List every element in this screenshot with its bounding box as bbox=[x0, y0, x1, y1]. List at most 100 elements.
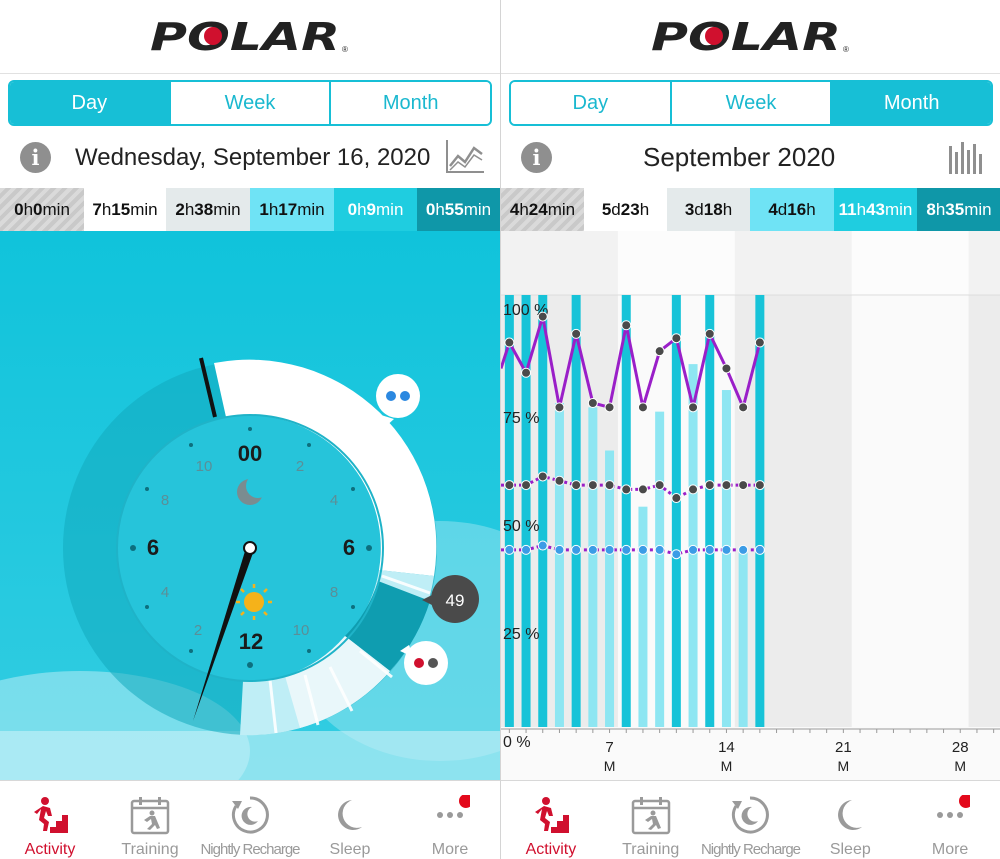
bar-day-4 bbox=[554, 403, 564, 727]
more-icon bbox=[937, 795, 971, 818]
bar-day-3 bbox=[538, 295, 548, 727]
line-point bbox=[521, 544, 532, 555]
period-segmented-control: Day Week Month bbox=[8, 80, 492, 126]
nav-sleep[interactable]: Sleep bbox=[800, 781, 900, 859]
svg-text:POLAR: POLAR bbox=[651, 16, 841, 56]
line-point bbox=[754, 544, 765, 555]
date-title: Wednesday, September 16, 2020 bbox=[75, 144, 431, 171]
sleep-icon bbox=[838, 800, 863, 830]
line-point bbox=[738, 402, 749, 413]
clock-label-6-right: 6 bbox=[343, 535, 355, 560]
zone-tile-sitting[interactable]: 7 h 15 min bbox=[84, 188, 166, 231]
zone-tile-resting[interactable]: 0 h 0 min bbox=[0, 188, 84, 231]
bar-day-14 bbox=[721, 390, 731, 727]
zone-tile-high[interactable]: 0 h 9 min bbox=[334, 188, 417, 231]
nav-nightly-recharge[interactable]: Nightly Recharge bbox=[200, 781, 301, 859]
bar-graph-icon[interactable] bbox=[945, 138, 987, 176]
x-tick-label-day: 28 bbox=[952, 739, 969, 756]
x-tick-label-day: 21 bbox=[835, 739, 852, 756]
line-point bbox=[671, 549, 682, 560]
line-point bbox=[704, 544, 715, 555]
zone-tile-low[interactable]: 3 d 18 h bbox=[667, 188, 750, 231]
sleep-icon bbox=[338, 800, 362, 830]
week-band-1 bbox=[734, 231, 852, 727]
line-point bbox=[504, 480, 515, 491]
zone-tile-medium[interactable]: 4 d 16 h bbox=[750, 188, 834, 231]
bar-day-1 bbox=[504, 295, 514, 727]
zone-tile-very-high[interactable]: 0 h 55 min bbox=[417, 188, 500, 231]
more-icon bbox=[437, 795, 470, 818]
line-point bbox=[571, 480, 582, 491]
tab-month[interactable]: Month bbox=[331, 82, 490, 124]
nav-sleep[interactable]: Sleep bbox=[300, 781, 400, 859]
line-point bbox=[554, 475, 565, 486]
info-icon[interactable]: i bbox=[20, 142, 51, 173]
zone-tile-very-high[interactable]: 8 h 35 min bbox=[917, 188, 1000, 231]
y-tick-label: 25 % bbox=[503, 626, 539, 643]
line-point bbox=[604, 402, 615, 413]
nav-training[interactable]: Training bbox=[601, 781, 701, 859]
date-row: i Wednesday, September 16, 2020 bbox=[0, 134, 500, 184]
line-point bbox=[671, 333, 682, 344]
zone-tile-high[interactable]: 11 h 43 min bbox=[834, 188, 917, 231]
bar-day-11 bbox=[671, 295, 681, 727]
zone-tile-resting[interactable]: 4 h 24 min bbox=[501, 188, 584, 231]
nav-more-label: More bbox=[431, 841, 469, 858]
week-band-2 bbox=[968, 231, 1000, 727]
line-point bbox=[621, 320, 632, 331]
line-point bbox=[721, 363, 732, 374]
clock-label-8-right: 8 bbox=[330, 584, 338, 601]
nightly-recharge-icon bbox=[732, 796, 770, 834]
date-row: i September 2020 bbox=[501, 134, 1000, 184]
clock-label-6-left: 6 bbox=[147, 535, 159, 560]
tab-month[interactable]: Month bbox=[832, 82, 991, 124]
svg-text:®: ® bbox=[843, 45, 849, 54]
info-icon[interactable]: i bbox=[521, 142, 552, 173]
clock-label-8-left: 8 bbox=[161, 492, 169, 509]
line-point bbox=[738, 544, 749, 555]
month-view-panel: POLAR ® Day Week Month i September 2020 … bbox=[500, 0, 1000, 780]
line-point bbox=[654, 346, 665, 357]
zone-tile-sitting[interactable]: 5 d 23 h bbox=[584, 188, 667, 231]
nav-more[interactable]: More bbox=[400, 781, 500, 859]
clock-label-2-bottom: 2 bbox=[194, 622, 202, 639]
y-tick-label: 0 % bbox=[503, 734, 531, 751]
tab-week[interactable]: Week bbox=[671, 82, 833, 124]
nav-training[interactable]: Training bbox=[100, 781, 200, 859]
line-point bbox=[587, 398, 598, 408]
polar-logo: POLAR ® bbox=[651, 16, 849, 56]
line-point bbox=[637, 544, 648, 555]
line-point bbox=[637, 402, 648, 413]
clock-label-00: 00 bbox=[238, 441, 262, 466]
clock-label-10-top: 10 bbox=[196, 458, 213, 475]
nav-activity[interactable]: Activity bbox=[0, 781, 100, 859]
line-point bbox=[721, 480, 732, 491]
bar-day-8 bbox=[621, 295, 631, 727]
svg-text:®: ® bbox=[342, 45, 348, 54]
svg-text:49: 49 bbox=[446, 591, 465, 610]
nav-sleep-label: Sleep bbox=[329, 841, 371, 858]
line-point bbox=[554, 544, 565, 555]
bar-day-15 bbox=[738, 549, 748, 727]
day-view-panel: POLAR ® Day Week Month i Wednesday, Sept… bbox=[0, 0, 500, 780]
line-graph-icon[interactable] bbox=[444, 138, 486, 176]
tab-day[interactable]: Day bbox=[10, 82, 171, 124]
tab-week[interactable]: Week bbox=[170, 82, 332, 124]
zone-tile-low[interactable]: 2 h 38 min bbox=[166, 188, 250, 231]
tab-day[interactable]: Day bbox=[511, 82, 672, 124]
line-point bbox=[754, 337, 765, 348]
bottom-nav: Activity Training Nightly Recharge Sleep… bbox=[0, 780, 500, 859]
zone-tile-medium[interactable]: 1 h 17 min bbox=[250, 188, 334, 231]
y-tick-label: 50 % bbox=[503, 518, 539, 535]
activity-icon bbox=[534, 797, 569, 833]
monthly-activity-chart[interactable]: 100 % 75 % 50 % 25 % 0 % 7 M 14 M 21 M 28 M bbox=[501, 231, 1000, 780]
line-point bbox=[537, 311, 548, 322]
line-point bbox=[537, 471, 548, 482]
line-point bbox=[754, 480, 765, 491]
bar-day-7 bbox=[605, 450, 615, 727]
nav-activity[interactable]: Activity bbox=[501, 781, 601, 859]
x-tick-label-weekday: M bbox=[604, 758, 616, 774]
bottom-nav: Activity Training Nightly Recharge Sleep… bbox=[500, 780, 1000, 859]
nav-nightly-recharge[interactable]: Nightly Recharge bbox=[701, 781, 801, 859]
nav-more[interactable]: More bbox=[900, 781, 1000, 859]
